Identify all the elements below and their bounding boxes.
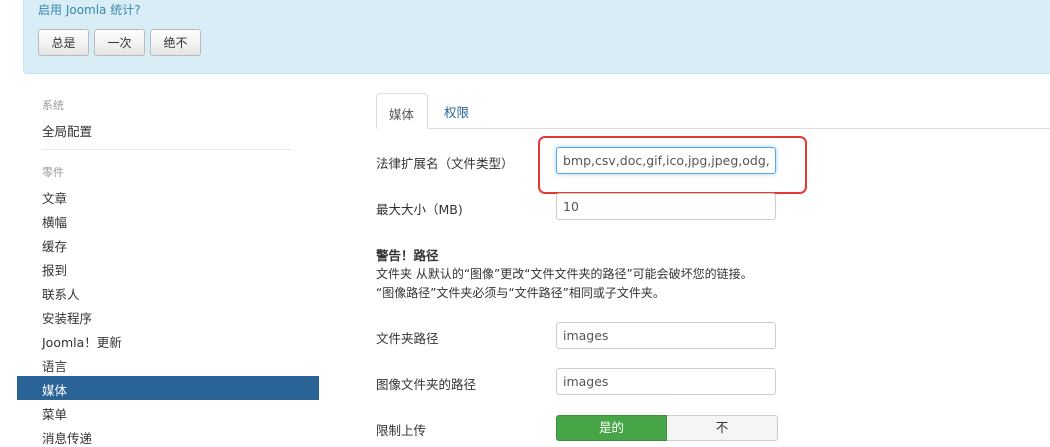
sidebar-item-installer[interactable]: 安装程序 xyxy=(42,308,92,327)
once-button[interactable]: 一次 xyxy=(94,29,145,56)
image-path-input[interactable] xyxy=(556,368,776,395)
legal-extensions-label: 法律扩展名（文件类型） xyxy=(376,156,514,171)
file-path-label: 文件夹路径 xyxy=(376,331,439,346)
always-button[interactable]: 总是 xyxy=(38,29,89,56)
sidebar-item-banners[interactable]: 横幅 xyxy=(42,212,67,231)
sidebar-item-messaging[interactable]: 消息传递 xyxy=(42,428,92,447)
sidebar-item-global-config[interactable]: 全局配置 xyxy=(42,121,92,140)
sidebar-divider xyxy=(42,149,291,150)
max-size-input[interactable] xyxy=(556,193,776,220)
sidebar-item-languages[interactable]: 语言 xyxy=(42,356,67,375)
restrict-uploads-no-button[interactable]: 不 xyxy=(667,415,778,441)
highlight-annotation xyxy=(538,136,807,194)
warning-line-1: 文件夹 从默认的“图像”更改“文件文件夹的路径”可能会破坏您的链接。 xyxy=(376,267,753,281)
max-size-label: 最大大小（MB) xyxy=(376,202,463,217)
sidebar-item-articles[interactable]: 文章 xyxy=(42,188,67,207)
stats-question: 启用 Joomla 统计? xyxy=(38,3,141,17)
warning-line-2: “图像路径”文件夹必须与“文件路径”相同或子文件夹。 xyxy=(376,286,665,300)
tab-media[interactable]: 媒体 xyxy=(376,93,428,129)
sidebar-header-components: 零件 xyxy=(42,166,64,179)
sidebar-header-system: 系统 xyxy=(42,99,64,112)
restrict-uploads-label: 限制上传 xyxy=(376,423,427,438)
sidebar-item-joomla-update[interactable]: Joomla！更新 xyxy=(42,332,122,351)
sidebar-item-contacts[interactable]: 联系人 xyxy=(42,284,80,303)
sidebar-item-media-label: 媒体 xyxy=(42,383,68,398)
stats-alert: 启用 Joomla 统计? 总是 一次 绝不 xyxy=(23,0,1050,74)
restrict-uploads-yes-button[interactable]: 是的 xyxy=(556,415,667,441)
tabs-divider xyxy=(376,128,1050,129)
never-button[interactable]: 绝不 xyxy=(150,29,201,56)
tab-permissions[interactable]: 权限 xyxy=(444,102,469,121)
file-path-input[interactable] xyxy=(556,322,776,349)
sidebar-item-media[interactable]: 媒体 xyxy=(17,376,319,400)
tab-media-label: 媒体 xyxy=(389,107,415,122)
image-path-label: 图像文件夹的路径 xyxy=(376,377,477,392)
warning-title: 警告！路径 xyxy=(376,248,439,263)
sidebar-item-checkin[interactable]: 报到 xyxy=(42,260,67,279)
sidebar-item-menus[interactable]: 菜单 xyxy=(42,404,67,423)
sidebar-item-cache[interactable]: 缓存 xyxy=(42,236,67,255)
